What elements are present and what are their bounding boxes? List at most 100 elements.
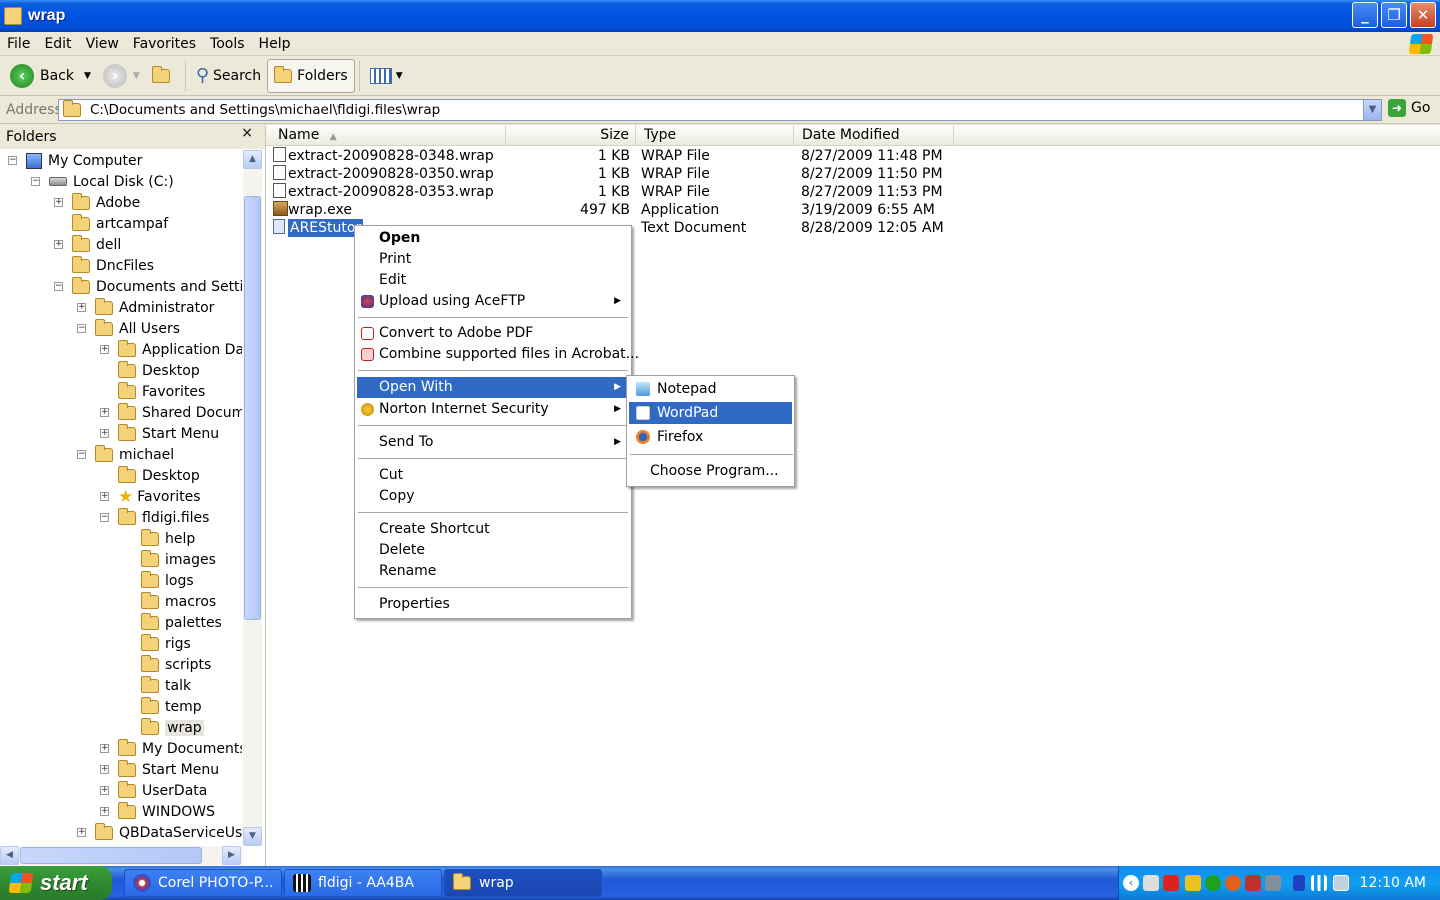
close-pane-icon[interactable]: × xyxy=(241,125,253,141)
back-dropdown-icon[interactable]: ▼ xyxy=(84,71,91,81)
tree-item[interactable]: + My Documents xyxy=(100,738,242,759)
tree-item[interactable]: artcampaf xyxy=(72,213,168,234)
norton-shield-icon[interactable] xyxy=(1185,875,1201,891)
tree-item[interactable]: + WINDOWS xyxy=(100,801,215,822)
forward-button[interactable]: › ▼ xyxy=(97,59,146,93)
tree-item[interactable]: + Start Menu xyxy=(100,759,219,780)
tree-item[interactable]: macros xyxy=(141,591,216,612)
address-field[interactable]: C:\Documents and Settings\michael\fldigi… xyxy=(58,99,1382,121)
scroll-thumb[interactable] xyxy=(20,847,202,864)
menu-item-cut[interactable]: Cut xyxy=(357,465,629,486)
column-header-size[interactable]: Size xyxy=(506,125,636,146)
menu-item-send-to[interactable]: Send To ▶ xyxy=(357,432,629,453)
expand-icon[interactable]: + xyxy=(77,303,86,312)
scroll-thumb[interactable] xyxy=(244,196,261,620)
back-button[interactable]: ‹ Back ▼ xyxy=(4,59,97,93)
column-header-date[interactable]: Date Modified xyxy=(794,125,954,146)
battery-icon[interactable] xyxy=(1293,875,1305,891)
expand-icon[interactable]: + xyxy=(77,828,86,837)
menu-tools[interactable]: Tools xyxy=(203,36,252,52)
expand-icon[interactable]: + xyxy=(100,492,109,501)
collapse-icon[interactable]: − xyxy=(8,156,17,165)
menu-item-delete[interactable]: Delete xyxy=(357,540,629,561)
menu-item-combine-acrobat[interactable]: Combine supported files in Acrobat... xyxy=(357,344,639,365)
menu-item-open-with[interactable]: Open With ▶ xyxy=(357,377,629,398)
tree-vertical-scrollbar[interactable]: ▲ ▼ xyxy=(243,150,262,846)
forward-dropdown-icon[interactable]: ▼ xyxy=(133,71,140,81)
scroll-left-icon[interactable]: ◀ xyxy=(0,846,19,865)
tree-horizontal-scrollbar[interactable]: ◀ ▶ xyxy=(0,846,243,865)
tree-item[interactable]: Favorites xyxy=(118,381,205,402)
tree-item[interactable]: + QBDataServiceUser1 xyxy=(77,822,242,843)
tools-tray-icon[interactable] xyxy=(1265,875,1281,891)
scroll-right-icon[interactable]: ▶ xyxy=(222,846,241,865)
display-tray-icon[interactable] xyxy=(1333,875,1349,891)
tree-item[interactable]: DncFiles xyxy=(72,255,154,276)
file-row[interactable]: extract-20090828-0353.wrap 1 KB WRAP File 8… xyxy=(266,183,986,201)
menu-favorites[interactable]: Favorites xyxy=(126,36,203,52)
file-row[interactable]: extract-20090828-0348.wrap 1 KB WRAP File 8… xyxy=(266,147,986,165)
search-button[interactable]: ⚲ Search xyxy=(190,59,267,93)
expand-icon[interactable]: + xyxy=(100,765,109,774)
file-row[interactable]: wrap.exe 497 KB Application 3/19/2009 6:55 … xyxy=(266,201,986,219)
collapse-icon[interactable]: − xyxy=(54,282,63,291)
tree-item[interactable]: + UserData xyxy=(100,780,207,801)
collapse-icon[interactable]: − xyxy=(100,513,109,522)
tree-item[interactable]: logs xyxy=(141,570,194,591)
tree-item[interactable]: temp xyxy=(141,696,202,717)
acrobat-tray-icon[interactable] xyxy=(1163,875,1179,891)
taskbar-item-corel[interactable]: Corel PHOTO-P... xyxy=(124,869,282,897)
up-folder-button[interactable] xyxy=(146,59,181,93)
signal-strength-icon[interactable] xyxy=(1311,875,1327,891)
tree-item[interactable]: − My Computer xyxy=(8,150,142,171)
tree-item[interactable]: + Adobe xyxy=(54,192,140,213)
minimize-button[interactable]: _ xyxy=(1352,2,1378,28)
folders-button[interactable]: Folders xyxy=(267,58,355,93)
menu-help[interactable]: Help xyxy=(252,36,298,52)
menu-item-copy[interactable]: Copy xyxy=(357,486,629,507)
show-hidden-icons[interactable]: ‹ xyxy=(1123,875,1139,891)
collapse-icon[interactable]: − xyxy=(77,450,86,459)
menu-view[interactable]: View xyxy=(79,36,126,52)
expand-icon[interactable]: + xyxy=(54,198,63,207)
taskbar-item-wrap[interactable]: wrap xyxy=(444,869,602,897)
tree-item[interactable]: Desktop xyxy=(118,360,200,381)
menu-item-open[interactable]: Open xyxy=(357,228,629,249)
tree-item[interactable]: − Local Disk (C:) xyxy=(31,171,174,192)
views-button[interactable]: ▼ xyxy=(364,59,409,93)
security-tray-icon[interactable] xyxy=(1205,875,1221,891)
tree-item[interactable]: − Documents and Setting xyxy=(54,276,242,297)
menu-file[interactable]: File xyxy=(0,36,37,52)
collapse-icon[interactable]: − xyxy=(31,177,40,186)
menu-item-rename[interactable]: Rename xyxy=(357,561,629,582)
tree-item[interactable]: help xyxy=(141,528,195,549)
expand-icon[interactable]: + xyxy=(100,408,109,417)
menu-item-print[interactable]: Print xyxy=(357,249,629,270)
menu-edit[interactable]: Edit xyxy=(37,36,78,52)
tree-item[interactable]: talk xyxy=(141,675,191,696)
menu-item-create-shortcut[interactable]: Create Shortcut xyxy=(357,519,629,540)
tree-item[interactable]: wrap xyxy=(141,717,204,738)
app-tray-icon[interactable] xyxy=(1225,875,1241,891)
tree-item[interactable]: + Shared Docume xyxy=(100,402,242,423)
scroll-up-icon[interactable]: ▲ xyxy=(243,150,262,169)
scroll-down-icon[interactable]: ▼ xyxy=(243,827,262,846)
tree-item[interactable]: − michael xyxy=(77,444,174,465)
submenu-item-wordpad[interactable]: WordPad xyxy=(629,402,792,424)
expand-icon[interactable]: + xyxy=(100,345,109,354)
close-button[interactable]: ✕ xyxy=(1410,2,1436,28)
menu-item-upload-aceftp[interactable]: Upload using AceFTP ▶ xyxy=(357,291,629,312)
tree-item[interactable]: + Administrator xyxy=(77,297,214,318)
tree-item[interactable]: + Application Data xyxy=(100,339,242,360)
tree-item[interactable]: + dell xyxy=(54,234,121,255)
expand-icon[interactable]: + xyxy=(100,429,109,438)
taskbar-item-fldigi[interactable]: fldigi - AA4BA xyxy=(284,869,442,897)
collapse-icon[interactable]: − xyxy=(77,324,86,333)
expand-icon[interactable]: + xyxy=(54,240,63,249)
tree-item[interactable]: scripts xyxy=(141,654,211,675)
go-button[interactable]: ➜ Go xyxy=(1388,99,1430,117)
tree-item[interactable]: + Start Menu xyxy=(100,423,219,444)
menu-item-norton[interactable]: Norton Internet Security ▶ xyxy=(357,399,629,420)
submenu-item-choose-program[interactable]: Choose Program... xyxy=(629,460,792,482)
tree-item[interactable]: + ★ Favorites xyxy=(100,486,201,507)
